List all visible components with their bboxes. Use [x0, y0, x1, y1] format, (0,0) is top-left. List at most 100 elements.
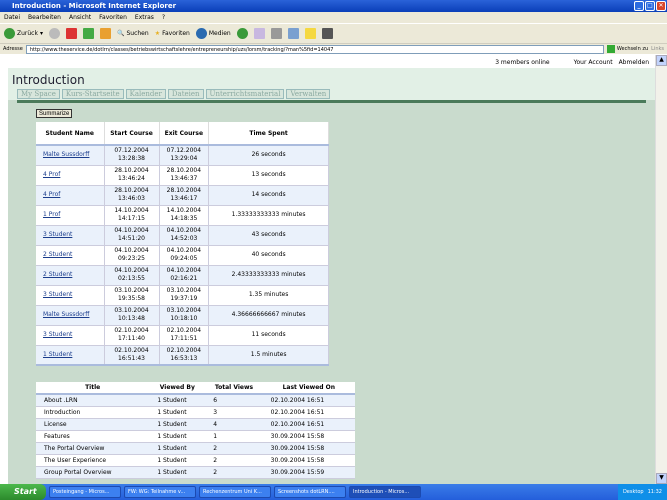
student-link[interactable]: 3 Student: [43, 231, 72, 238]
student-link[interactable]: 1 Student: [43, 351, 72, 358]
column-header[interactable]: Student Name: [36, 122, 105, 146]
taskbar-button[interactable]: FW: WG: Teilnahme v...: [124, 486, 196, 498]
members-online[interactable]: 3 members online: [495, 59, 549, 66]
menu-item[interactable]: Favoriten: [99, 14, 127, 21]
menu-item[interactable]: ?: [162, 14, 165, 21]
back-button[interactable]: Zurück ▾: [4, 28, 43, 39]
exit-course-cell: 07.12.2004 13:29:04: [159, 145, 210, 166]
date: 28.10.2004: [114, 187, 149, 194]
student-link[interactable]: 1 Prof: [43, 211, 60, 218]
menu-item[interactable]: Bearbeiten: [28, 14, 61, 21]
column-header[interactable]: Exit Course: [159, 122, 210, 146]
tab-unterrichtsmaterial[interactable]: Unterrichtsmaterial: [205, 89, 285, 99]
tab-bar: My Space Kurs-Startseite Kalender Dateien Un…: [17, 89, 331, 99]
print-icon[interactable]: [270, 28, 282, 39]
url-input[interactable]: http://www.theservice.de/dotlrn/classes/…: [25, 44, 604, 54]
links-button[interactable]: Links: [651, 46, 664, 52]
edit-icon[interactable]: [287, 28, 299, 39]
note-icon[interactable]: [304, 28, 316, 39]
time: 10:13:48: [118, 315, 145, 322]
search-button[interactable]: 🔍 Suchen: [117, 30, 149, 37]
mail-icon[interactable]: [253, 28, 265, 39]
tab-kurs-startseite[interactable]: Kurs-Startseite: [61, 89, 124, 99]
tab-my-space[interactable]: My Space: [17, 89, 60, 99]
column-header[interactable]: Start Course: [104, 122, 160, 146]
time-spent-cell: 26 seconds: [208, 145, 329, 166]
exit-course-cell: 04.10.2004 14:52:03: [159, 225, 210, 246]
vertical-scrollbar[interactable]: ▲ ▼: [655, 55, 667, 484]
column-header[interactable]: Viewed By: [149, 382, 206, 395]
scroll-up-icon[interactable]: ▲: [656, 55, 667, 66]
taskbar-button[interactable]: Posteingang - Micros...: [49, 486, 121, 498]
menu-item[interactable]: Ansicht: [69, 14, 91, 21]
system-tray: Desktop 11:32: [617, 484, 667, 500]
time: 17:11:51: [170, 335, 198, 342]
date: 04.10.2004: [166, 247, 202, 254]
summarize-button[interactable]: Summarize: [36, 109, 73, 118]
desktop-toolbar[interactable]: Desktop: [623, 489, 644, 495]
table-row: Group Portal Overview 1 Student 2 30.09.200…: [36, 466, 355, 479]
exit-course-cell: 14.10.2004 14:18:35: [159, 205, 210, 226]
student-name-cell: 4 Prof: [36, 185, 105, 206]
maximize-button[interactable]: □: [645, 1, 655, 11]
taskbar-button[interactable]: Rechenzentrum Uni K...: [199, 486, 271, 498]
column-header[interactable]: Title: [36, 382, 150, 395]
tracking-table: Student Name Start Course Exit Course Time …: [36, 122, 329, 366]
tab-kalender[interactable]: Kalender: [125, 89, 166, 99]
scroll-down-icon[interactable]: ▼: [656, 473, 667, 484]
table-row: 2 Student 04.10.2004 09:23:25 04.10.2004 09:…: [36, 245, 329, 266]
date: 03.10.2004: [114, 307, 149, 314]
date: 28.10.2004: [114, 167, 149, 174]
student-link[interactable]: 2 Student: [43, 251, 72, 258]
stop-icon[interactable]: [65, 28, 77, 39]
search-label: Suchen: [126, 30, 149, 37]
history-icon[interactable]: [236, 28, 248, 39]
logout-link[interactable]: Abmelden: [619, 59, 649, 66]
column-header[interactable]: Last Viewed On: [262, 382, 355, 395]
menu-item[interactable]: Extras: [135, 14, 154, 21]
student-link[interactable]: 3 Student: [43, 331, 72, 338]
student-link[interactable]: 4 Prof: [43, 171, 60, 178]
total-views-cell: 2: [205, 442, 263, 455]
start-button[interactable]: Start: [0, 484, 46, 500]
last-viewed-cell: 30.09.2004 15:58: [262, 442, 355, 455]
student-name-cell: 2 Student: [36, 245, 105, 266]
student-link[interactable]: 4 Prof: [43, 191, 60, 198]
student-link[interactable]: Malte Sussdorff: [43, 311, 89, 318]
refresh-icon[interactable]: [82, 28, 94, 39]
taskbar-button[interactable]: Introduction - Micros...: [349, 486, 421, 498]
minimize-button[interactable]: _: [634, 1, 644, 11]
time-spent-cell: 14 seconds: [208, 185, 329, 206]
taskbar-button[interactable]: Screenshots dotLRN....: [274, 486, 346, 498]
go-label: Wechseln zu: [616, 46, 649, 52]
go-arrow-icon: [606, 45, 615, 53]
student-name-cell: 2 Student: [36, 265, 105, 286]
date: 03.10.2004: [166, 287, 202, 294]
student-link[interactable]: Malte Sussdorff: [43, 151, 89, 158]
date: 02.10.2004: [166, 327, 202, 334]
title-cell: Group Portal Overview: [36, 466, 150, 479]
tab-dateien[interactable]: Dateien: [167, 89, 204, 99]
home-icon[interactable]: [99, 28, 111, 39]
page-content: 3 members online Your Account Abmelden In…: [0, 55, 655, 484]
student-link[interactable]: 2 Student: [43, 271, 72, 278]
time: 13:46:37: [170, 175, 198, 182]
address-bar: Adresse http://www.theservice.de/dotlrn/…: [0, 43, 667, 54]
student-link[interactable]: 3 Student: [43, 291, 72, 298]
close-button[interactable]: ✕: [656, 1, 666, 11]
messenger-icon[interactable]: [321, 28, 333, 39]
date: 04.10.2004: [166, 267, 202, 274]
tab-verwalten[interactable]: Verwalten: [286, 89, 331, 99]
menu-item[interactable]: Datei: [4, 14, 20, 21]
title-cell: Introduction: [36, 406, 150, 419]
time: 13:46:17: [170, 195, 198, 202]
go-button[interactable]: Wechseln zu: [606, 45, 649, 53]
column-header[interactable]: Total Views: [205, 382, 263, 395]
table-row: Features 1 Student 1 30.09.2004 15:58: [36, 430, 355, 443]
your-account-link[interactable]: Your Account: [574, 59, 613, 66]
media-button[interactable]: Medien: [195, 28, 231, 39]
table-row: 1 Prof 14.10.2004 14:17:15 14.10.2004 14:18:…: [36, 205, 329, 226]
column-header[interactable]: Time Spent: [208, 122, 329, 146]
favorites-button[interactable]: ★ Favoriten: [155, 30, 190, 37]
forward-button[interactable]: [48, 28, 60, 39]
